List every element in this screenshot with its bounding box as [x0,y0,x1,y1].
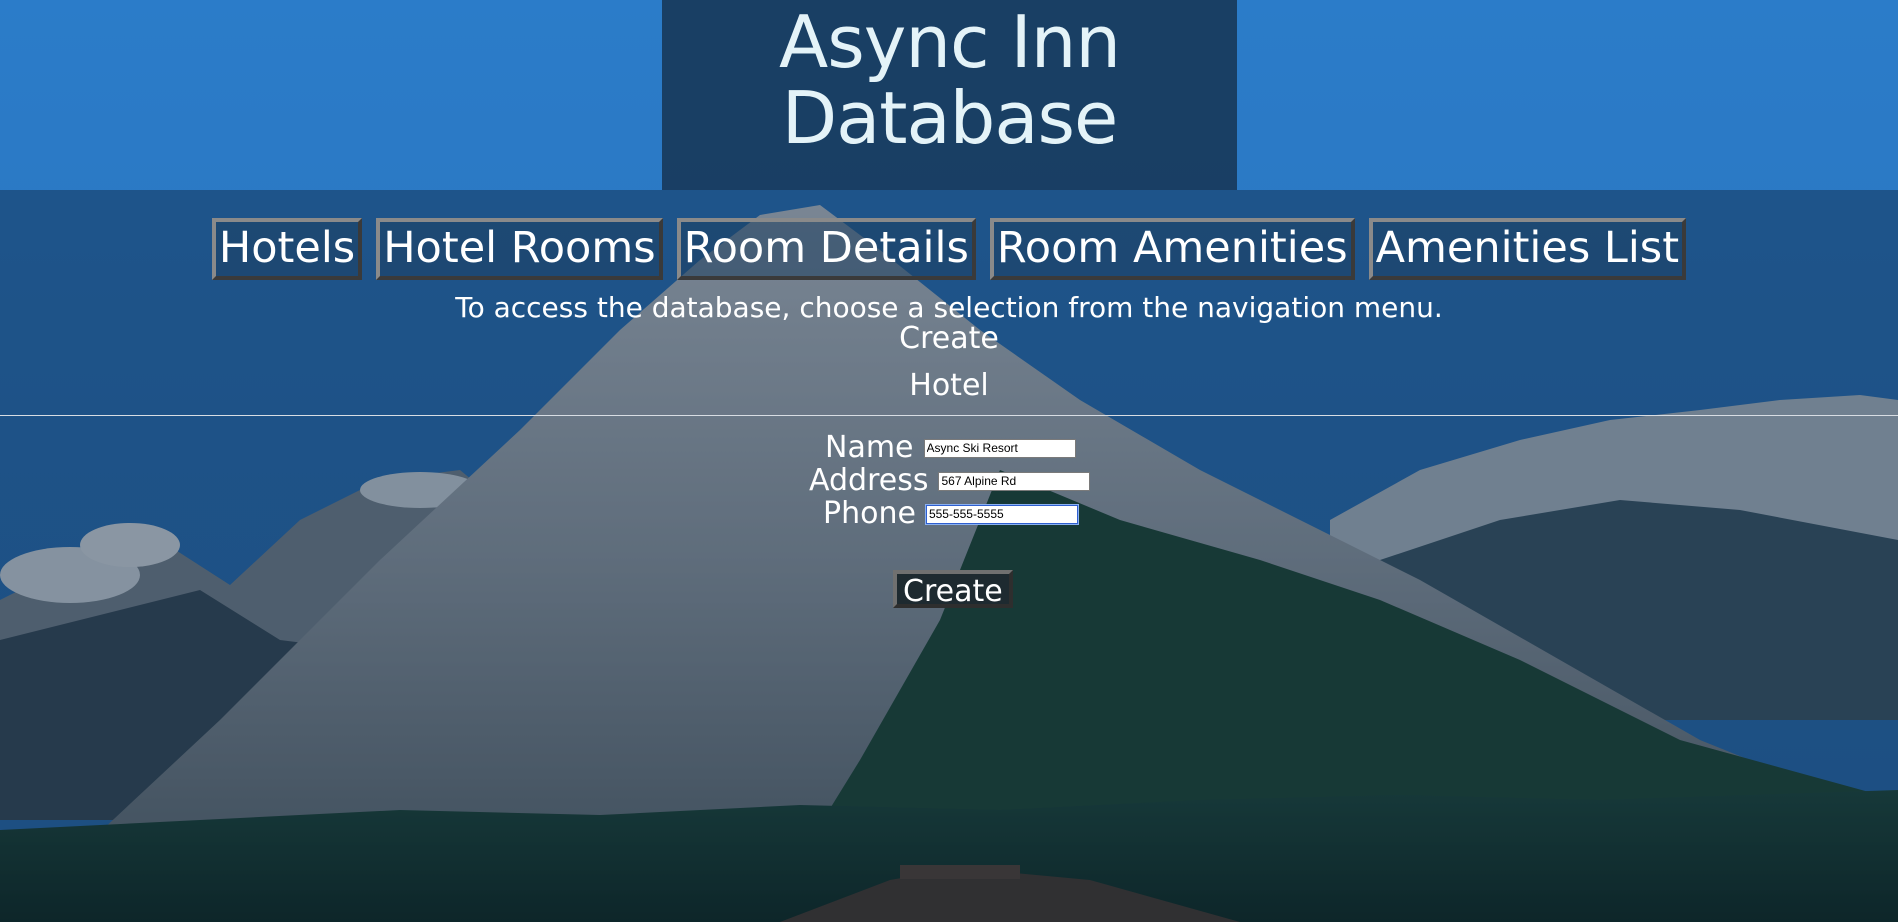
phone-row: Phone [823,497,1078,531]
site-title-panel: Async Inn Database [662,0,1237,190]
nav-room-amenities[interactable]: Room Amenities [989,218,1355,280]
nav-hotels[interactable]: Hotels [211,218,363,280]
main-navigation: Hotels Hotel Rooms Room Details Room Ame… [0,218,1898,280]
intro-text: To access the database, choose a selecti… [455,291,1443,324]
name-row: Name [825,431,1076,465]
name-input[interactable] [923,438,1076,458]
phone-input[interactable] [925,504,1078,524]
site-title-line-2: Database [781,76,1119,160]
address-label: Address [809,463,929,498]
phone-label: Phone [823,496,916,531]
nav-hotel-rooms[interactable]: Hotel Rooms [376,218,663,280]
name-label: Name [825,430,914,465]
divider [0,415,1898,416]
nav-amenities-list[interactable]: Amenities List [1368,218,1687,280]
page-heading: Create [899,321,999,356]
nav-room-details[interactable]: Room Details [676,218,976,280]
create-button[interactable]: Create [893,570,1013,609]
address-input[interactable] [938,471,1091,491]
address-row: Address [809,463,1091,498]
page-subheading: Hotel [909,368,989,403]
site-title-line-1: Async Inn [779,0,1121,84]
